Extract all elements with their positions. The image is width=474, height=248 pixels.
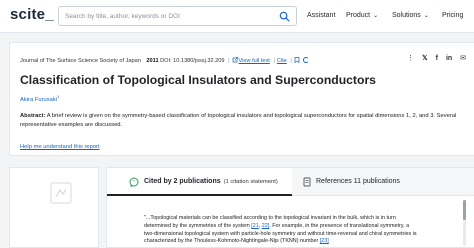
tab-cited-by-count: (1 citation statement) (223, 179, 278, 185)
scrollbar-thumb[interactable] (463, 200, 466, 220)
view-full-text-link[interactable]: View full text (239, 58, 270, 64)
cite-link[interactable]: Cite (277, 58, 287, 64)
svg-text:“: “ (133, 180, 135, 186)
publication-year: 2011 (146, 58, 159, 64)
linkedin-icon[interactable]: in (446, 55, 452, 62)
chevron-down-icon: ⌄ (373, 13, 379, 19)
scrollbar[interactable] (463, 200, 466, 246)
divider: | (273, 58, 275, 64)
tab-cited-by-label: Cited by 2 publications (144, 178, 221, 185)
document-icon (303, 177, 311, 187)
doi[interactable]: DOI: 10.1380/jsssj.32.209 (160, 58, 224, 64)
nav-solutions[interactable]: Solutions ⌄ (392, 12, 429, 19)
email-icon[interactable]: ✉ (460, 55, 466, 62)
scite-badge-icon (50, 182, 72, 204)
nav-solutions-label: Solutions (392, 12, 421, 19)
publication-meta: Journal of The Surface Science Society o… (20, 57, 309, 64)
divider: | (290, 58, 292, 64)
nav-product-label: Product (346, 12, 371, 19)
chevron-down-icon: ⌄ (423, 13, 429, 19)
author-affiliation-marker: 1 (57, 94, 60, 99)
search-input[interactable] (65, 8, 265, 24)
chat-quote-icon: “ (129, 177, 139, 187)
nav-assistant[interactable]: Assistant (307, 12, 335, 19)
tab-cited-by[interactable]: “ Cited by 2 publications (1 citation sta… (107, 168, 292, 196)
save-icon[interactable] (294, 57, 300, 64)
journal-name[interactable]: Journal of The Surface Science Society o… (20, 58, 141, 64)
share-icon[interactable]: ⋮ (407, 55, 414, 62)
tab-cited-by-text: Cited by 2 publications (1 citation state… (144, 178, 278, 185)
reference-link-21[interactable]: [21 (251, 223, 259, 229)
author-link[interactable]: Akira Furusaki1 (20, 94, 59, 103)
search-icon[interactable] (279, 11, 290, 22)
facebook-icon[interactable]: f (436, 55, 438, 62)
author-name: Akira Furusaki (20, 96, 58, 103)
external-link-icon (232, 57, 238, 63)
social-share-bar: ⋮ 𝕏 f in ✉ (401, 54, 466, 62)
help-understand-link[interactable]: Help me understand this report (20, 144, 100, 150)
top-navigation-bar: scite_ Assistant Product⌄ Solutions⌄ Pri… (0, 0, 474, 33)
abstract-label: Abstract: (20, 113, 46, 119)
twitter-icon[interactable]: 𝕏 (422, 55, 428, 62)
loading-spinner-icon (302, 57, 309, 63)
paper-title: Classification of Topological Insulators… (20, 73, 376, 87)
reference-link-23[interactable]: [23] (320, 238, 329, 244)
nav-pricing[interactable]: Pricing (442, 12, 463, 19)
nav-product[interactable]: Product ⌄ (346, 12, 378, 19)
abstract-text: A brief review is given on the symmetry-… (20, 113, 457, 128)
tab-references-label: References 11 publications (316, 178, 400, 185)
search-box[interactable] (58, 6, 297, 26)
side-panel (9, 167, 99, 248)
divider: | (228, 58, 230, 64)
citation-statement: "...Topological materials can be classif… (144, 215, 419, 246)
paper-card: Journal of The Surface Science Society o… (9, 42, 474, 156)
citations-panel: “ Cited by 2 publications (1 citation sta… (106, 167, 474, 248)
abstract: Abstract: A brief review is given on the… (20, 112, 465, 130)
tab-references[interactable]: References 11 publications (292, 168, 474, 196)
scite-logo[interactable]: scite_ (10, 6, 54, 23)
